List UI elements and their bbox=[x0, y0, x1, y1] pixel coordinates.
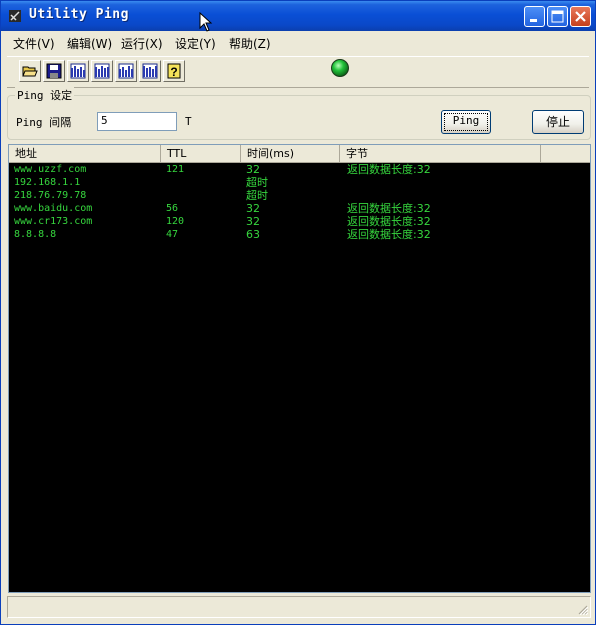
cell-time: 超时 bbox=[246, 176, 268, 189]
window-title: Utility Ping bbox=[29, 7, 129, 22]
column-address[interactable]: 地址 bbox=[9, 145, 161, 162]
cell-bytes: 返回数据长度:32 bbox=[347, 202, 431, 215]
column-ttl[interactable]: TTL bbox=[161, 145, 241, 162]
results-table[interactable]: 地址 TTL 时间(ms) 字节 www.uzzf.com 121 32 返回数… bbox=[8, 144, 591, 593]
chart-icon bbox=[142, 63, 158, 79]
status-led-icon bbox=[331, 59, 349, 77]
table-row[interactable]: 192.168.1.1 超时 bbox=[9, 176, 590, 189]
graph-button-4[interactable] bbox=[139, 60, 161, 82]
help-icon: ? bbox=[167, 63, 181, 79]
toolbar: ? bbox=[7, 56, 589, 88]
cell-bytes: 返回数据长度:32 bbox=[347, 215, 431, 228]
stop-button[interactable]: 停止 bbox=[532, 110, 584, 134]
cell-address: 218.76.79.78 bbox=[14, 190, 87, 201]
chart-icon bbox=[70, 63, 86, 79]
cell-time: 32 bbox=[246, 215, 260, 228]
chart-icon bbox=[94, 63, 110, 79]
cell-time: 63 bbox=[246, 228, 260, 241]
minimize-button[interactable] bbox=[524, 6, 545, 27]
cell-bytes: 返回数据长度:32 bbox=[347, 228, 431, 241]
graph-button-2[interactable] bbox=[91, 60, 113, 82]
open-folder-icon bbox=[22, 66, 38, 77]
cell-ttl: 121 bbox=[166, 164, 185, 175]
table-row[interactable]: www.baidu.com 56 32 返回数据长度:32 bbox=[9, 202, 590, 215]
cell-address: 192.168.1.1 bbox=[14, 177, 81, 188]
column-bytes[interactable]: 字节 bbox=[340, 145, 541, 162]
open-button[interactable] bbox=[19, 60, 41, 82]
save-disk-icon bbox=[46, 63, 62, 79]
cell-ttl: 47 bbox=[166, 229, 179, 240]
menu-file[interactable]: 文件(V) bbox=[13, 35, 55, 52]
cell-address: www.baidu.com bbox=[14, 203, 93, 214]
cell-ttl: 120 bbox=[166, 216, 185, 227]
cell-time: 超时 bbox=[246, 189, 268, 202]
column-time[interactable]: 时间(ms) bbox=[241, 145, 340, 162]
group-title: Ping 设定 bbox=[15, 87, 75, 103]
status-bar bbox=[7, 596, 591, 618]
table-row[interactable]: 218.76.79.78 超时 bbox=[9, 189, 590, 202]
cell-time: 32 bbox=[246, 163, 260, 176]
graph-button-1[interactable] bbox=[67, 60, 89, 82]
chart-icon bbox=[118, 63, 134, 79]
cell-bytes: 返回数据长度:32 bbox=[347, 163, 431, 176]
table-row[interactable]: www.uzzf.com 121 32 返回数据长度:32 bbox=[9, 163, 590, 176]
menu-edit[interactable]: 编辑(W) bbox=[67, 35, 112, 52]
ping-button[interactable]: Ping bbox=[441, 110, 491, 134]
title-bar[interactable]: Utility Ping bbox=[1, 1, 595, 31]
cell-address: www.cr173.com bbox=[14, 216, 93, 227]
cell-ttl: 56 bbox=[166, 203, 179, 214]
resize-grip-icon[interactable] bbox=[576, 603, 588, 615]
save-button[interactable] bbox=[43, 60, 65, 82]
cell-address: www.uzzf.com bbox=[14, 164, 87, 175]
cell-time: 32 bbox=[246, 202, 260, 215]
table-row[interactable]: 8.8.8.8 47 63 返回数据长度:32 bbox=[9, 228, 590, 241]
mouse-cursor-icon bbox=[199, 12, 213, 32]
table-body: www.uzzf.com 121 32 返回数据长度:32 192.168.1.… bbox=[9, 163, 590, 241]
ping-settings-group bbox=[7, 95, 591, 140]
close-icon bbox=[575, 11, 586, 22]
cell-address: 8.8.8.8 bbox=[14, 229, 57, 240]
menu-bar: 文件(V) 编辑(W) 运行(X) 设定(Y) 帮助(Z) bbox=[1, 31, 595, 53]
app-icon bbox=[9, 10, 21, 22]
app-window: Utility Ping 文件(V) 编辑(W) 运行(X) 设定(Y) 帮助(… bbox=[0, 0, 596, 625]
table-header: 地址 TTL 时间(ms) 字节 bbox=[9, 145, 590, 163]
graph-button-3[interactable] bbox=[115, 60, 137, 82]
svg-text:?: ? bbox=[170, 65, 177, 79]
menu-run[interactable]: 运行(X) bbox=[121, 35, 163, 52]
interval-input[interactable]: 5 bbox=[97, 112, 177, 131]
interval-label: Ping 间隔 bbox=[16, 116, 72, 129]
table-row[interactable]: www.cr173.com 120 32 返回数据长度:32 bbox=[9, 215, 590, 228]
menu-settings[interactable]: 设定(Y) bbox=[175, 35, 216, 52]
close-button[interactable] bbox=[570, 6, 591, 27]
menu-help[interactable]: 帮助(Z) bbox=[229, 35, 271, 52]
maximize-button[interactable] bbox=[547, 6, 568, 27]
interval-unit: T bbox=[185, 115, 192, 128]
minimize-icon bbox=[530, 19, 537, 22]
help-button[interactable]: ? bbox=[163, 60, 185, 82]
maximize-icon bbox=[551, 10, 564, 23]
